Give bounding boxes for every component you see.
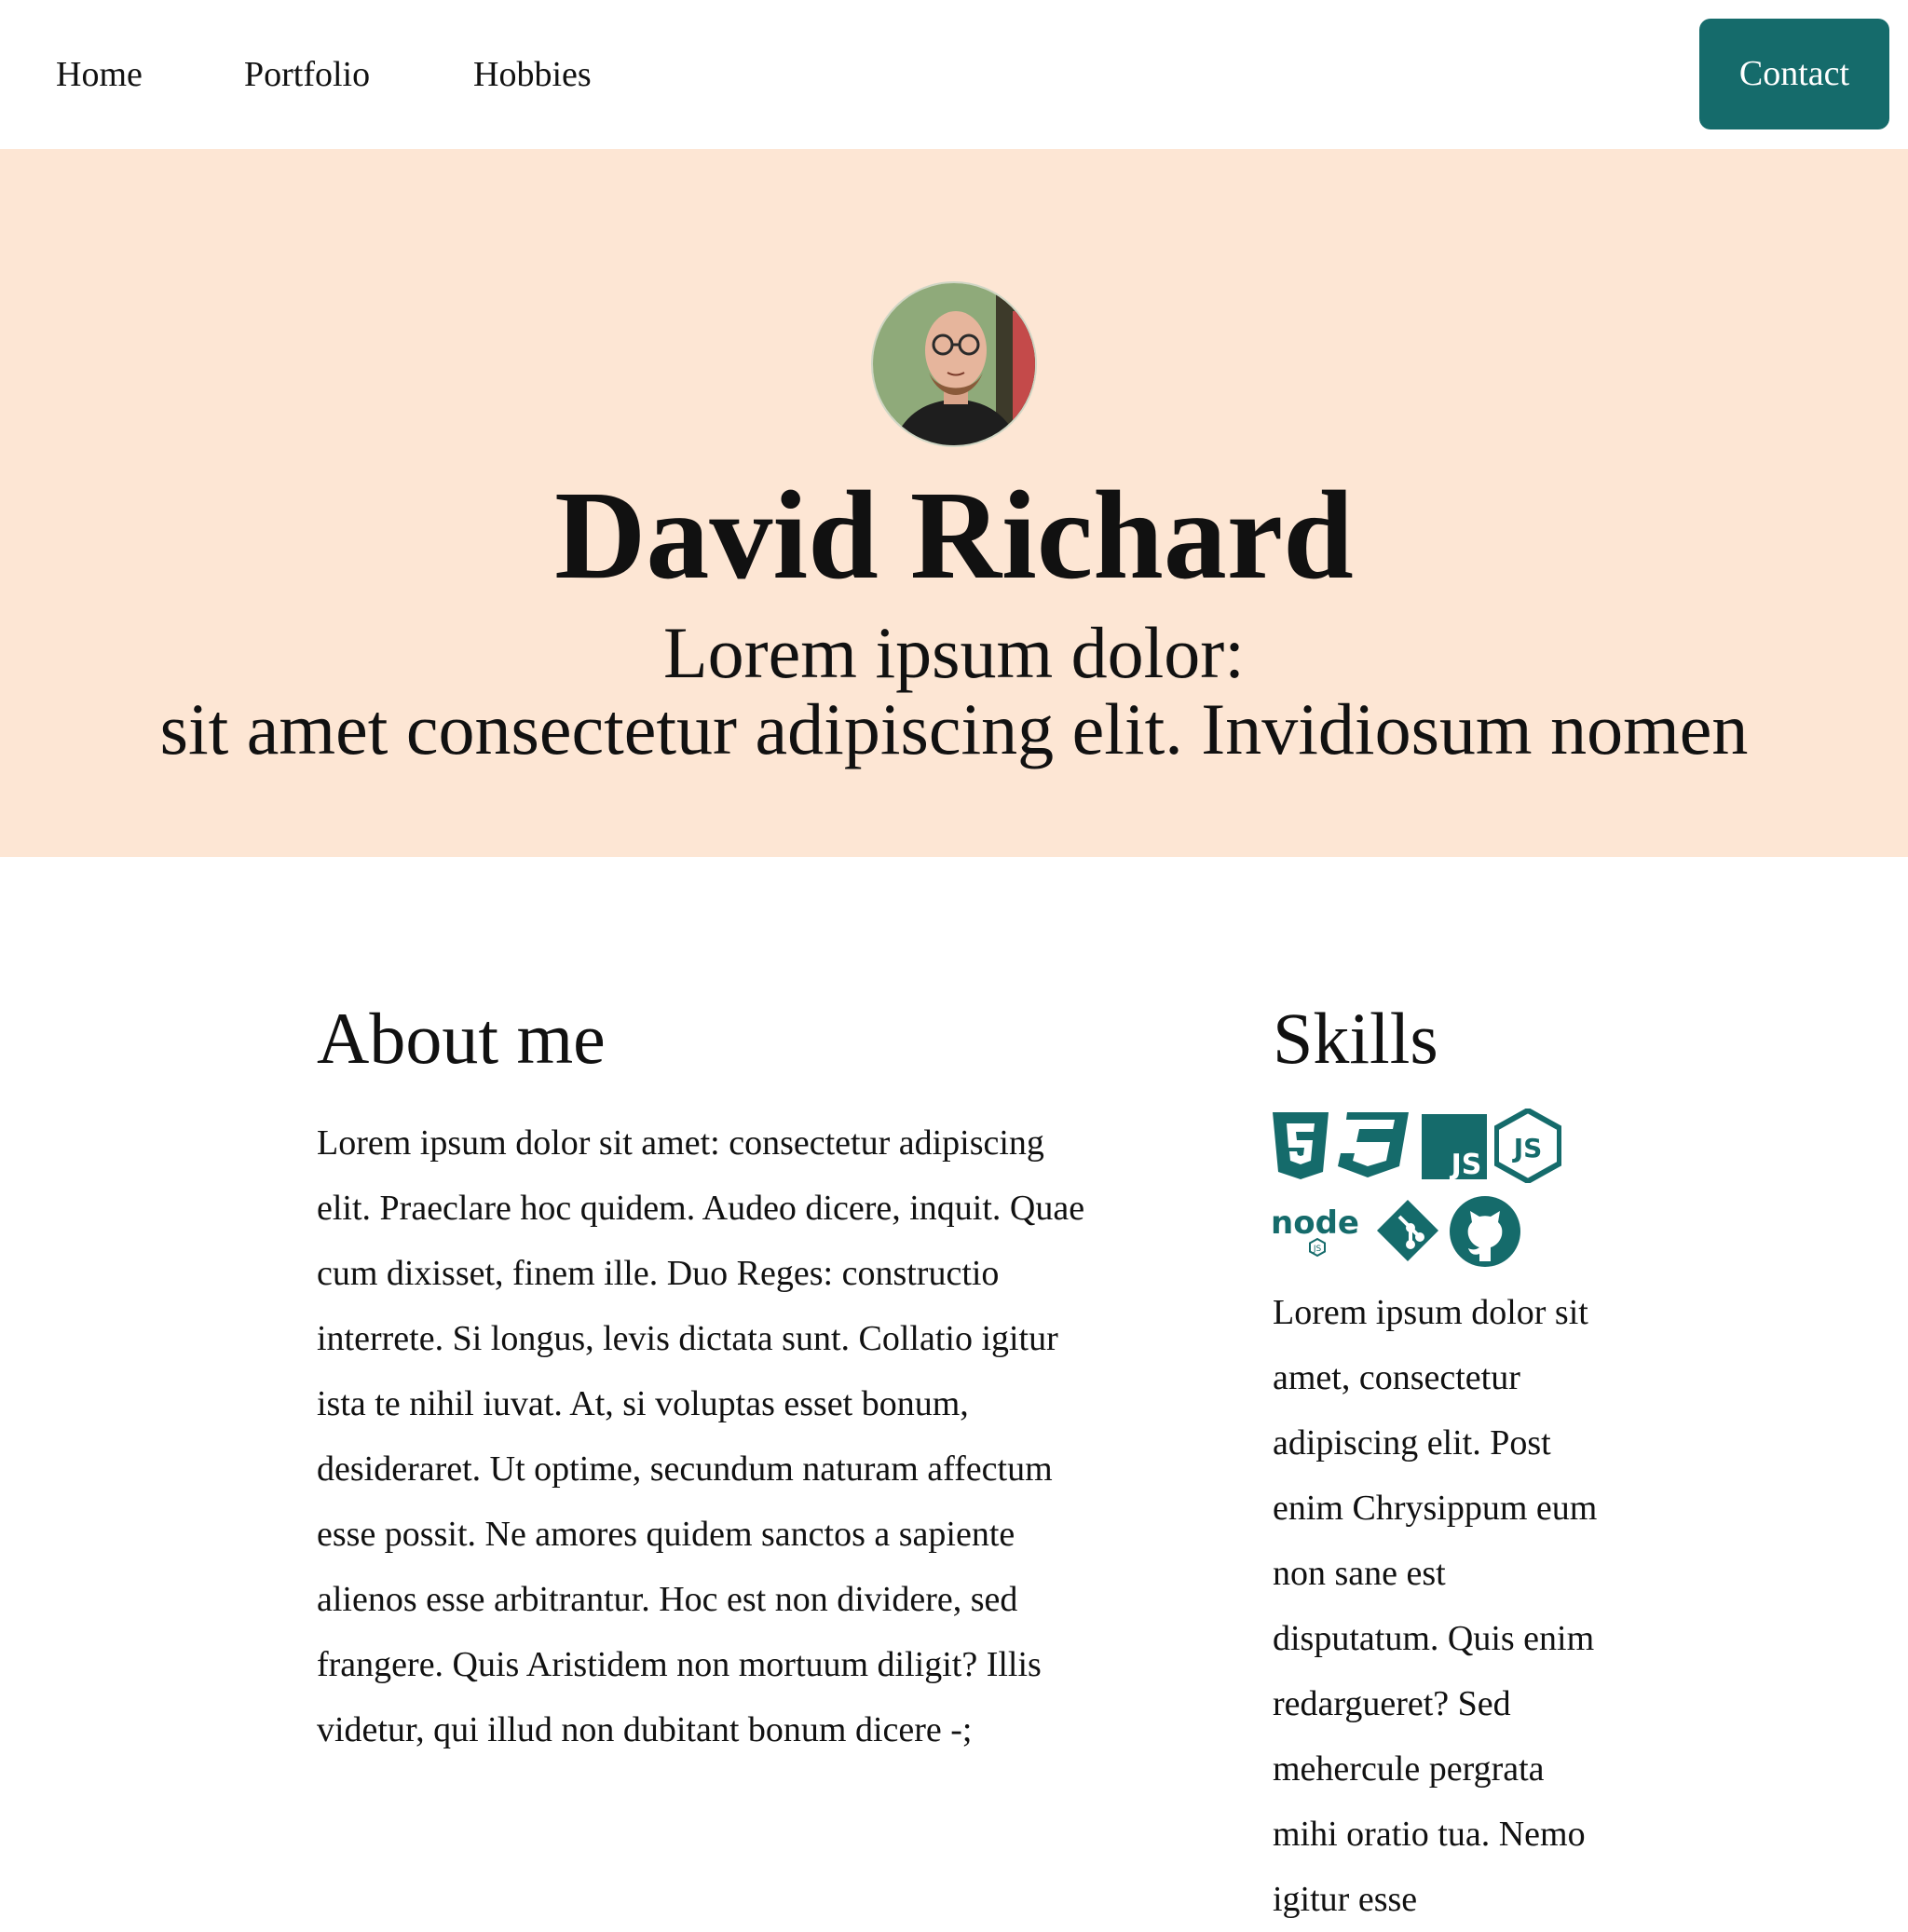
javascript-square-icon: JS <box>1422 1114 1487 1179</box>
git-icon <box>1377 1200 1438 1261</box>
about-title: About me <box>317 998 606 1079</box>
nodejs-icon: node JS <box>1271 1204 1359 1258</box>
about-text: Lorem ipsum dolor sit amet: consectetur … <box>317 1123 1085 1749</box>
skills-text: Lorem ipsum dolor sit amet, consectetur … <box>1273 1293 1598 1919</box>
hero-subtitle-line-2: sit amet consectetur adipiscing elit. In… <box>159 688 1749 769</box>
avatar-photo <box>873 283 1035 445</box>
html5-icon <box>1273 1112 1329 1179</box>
css3-icon <box>1338 1112 1409 1177</box>
svg-text:JS: JS <box>1313 1245 1322 1254</box>
nav-home-link[interactable]: Home <box>56 52 143 97</box>
top-navigation: Home Portfolio Hobbies Contact <box>0 0 1908 149</box>
avatar <box>871 281 1037 447</box>
nav-portfolio-link[interactable]: Portfolio <box>244 52 370 97</box>
github-icon <box>1450 1196 1520 1267</box>
nav-hobbies-link[interactable]: Hobbies <box>473 52 592 97</box>
hero-name: David Richard <box>554 466 1354 605</box>
javascript-hex-icon: JS <box>1494 1109 1561 1183</box>
svg-text:JS: JS <box>1450 1149 1482 1179</box>
contact-button[interactable]: Contact <box>1699 19 1889 129</box>
svg-text:node: node <box>1271 1204 1359 1242</box>
hero-subtitle-line-1: Lorem ipsum dolor: <box>663 612 1245 693</box>
svg-text:JS: JS <box>1512 1133 1543 1163</box>
skills-title: Skills <box>1273 998 1438 1079</box>
hero-subtitle: Lorem ipsum dolor: sit amet consectetur … <box>0 615 1908 768</box>
